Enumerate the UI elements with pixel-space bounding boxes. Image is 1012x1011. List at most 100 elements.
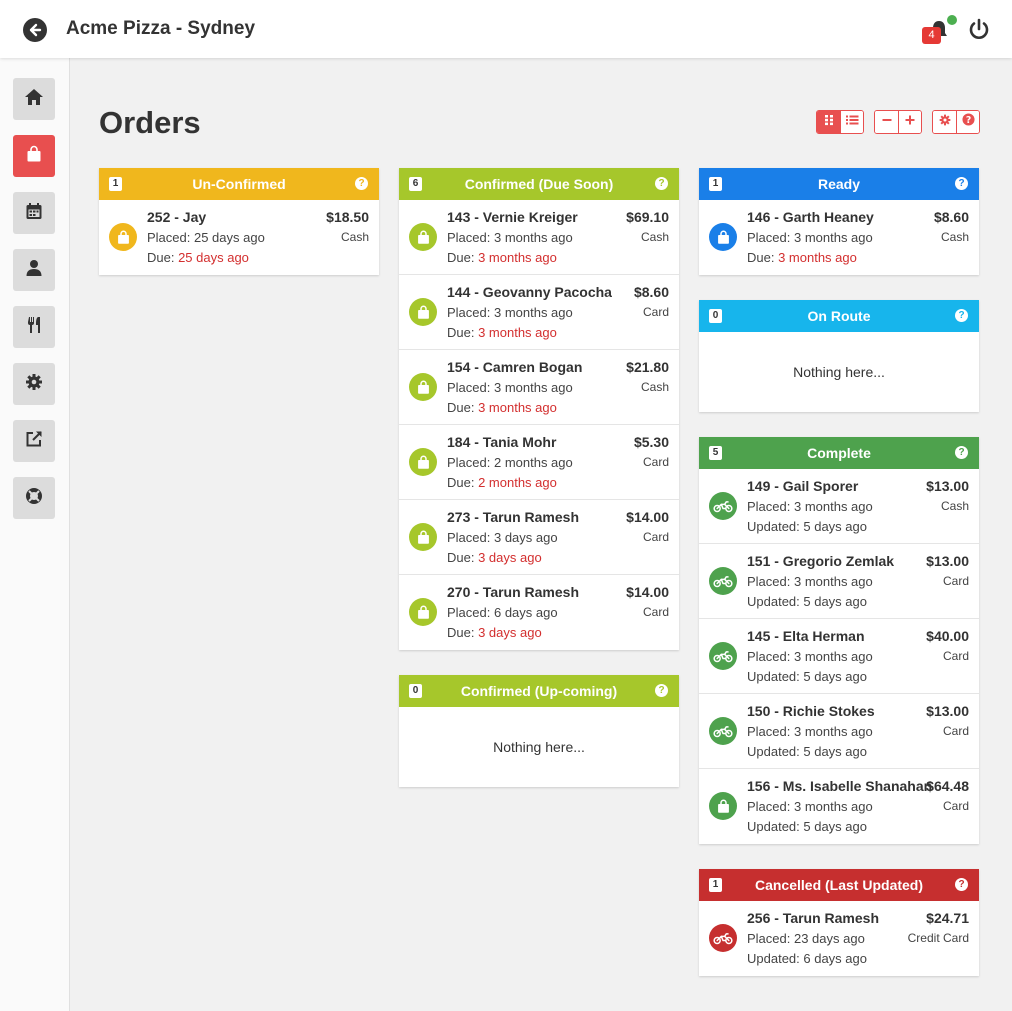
order-count-badge: 0 [409, 684, 422, 698]
order-card[interactable]: 273 - Tarun Ramesh $14.00 Card Placed: 3 da… [399, 500, 679, 575]
home-icon [24, 87, 44, 112]
grid-icon [823, 113, 835, 131]
board-help-button[interactable]: ? [956, 111, 979, 133]
order-placed-time: Placed: 3 months ago [447, 305, 573, 320]
order-count-badge: 0 [709, 309, 722, 323]
order-payment-method: Card [642, 605, 669, 619]
panel-header: 1 Ready? [699, 168, 979, 200]
order-name: 154 - Camren Bogan [447, 359, 583, 375]
nav-home[interactable] [13, 78, 55, 120]
order-payment-method: Card [642, 305, 669, 319]
order-price: $5.30 [633, 434, 669, 450]
shopping-bag-icon [409, 298, 437, 326]
order-placed-time: Placed: 6 days ago [447, 605, 558, 620]
order-updated-time: Updated: 5 days ago [747, 744, 867, 759]
due-label: Due: [447, 250, 479, 265]
column-1: 1 Un-Confirmed? 252 - Jay $18.50 Cash Placed:… [99, 168, 379, 300]
order-payment-method: Card [642, 455, 669, 469]
grid-view-button[interactable] [817, 111, 840, 133]
back-arrow-icon[interactable] [23, 18, 47, 42]
order-payment-method: Cash [640, 380, 669, 394]
order-updated-time: Updated: 6 days ago [747, 951, 867, 966]
help-icon[interactable]: ? [955, 446, 968, 459]
top-header: Acme Pizza - Sydney 4 [0, 0, 1012, 58]
due-value: 3 months ago [478, 250, 557, 265]
order-placed-time: Placed: 3 months ago [747, 574, 873, 589]
empty-message: Nothing here... [793, 364, 885, 380]
zoom-in-button[interactable] [898, 111, 921, 133]
board-settings-button[interactable] [933, 111, 956, 133]
nav-calendar[interactable] [13, 192, 55, 234]
order-placed-time: Placed: 3 months ago [747, 799, 873, 814]
help-icon[interactable]: ? [355, 177, 368, 190]
order-payment-method: Cash [340, 230, 369, 244]
order-count-badge: 5 [709, 446, 722, 460]
order-due-time: Due: 3 months ago [447, 400, 557, 415]
order-card[interactable]: 184 - Tania Mohr $5.30 Card Placed: 2 month… [399, 425, 679, 500]
panel-header: 0 Confirmed (Up-coming)? [399, 675, 679, 707]
order-payment-method: Cash [940, 230, 969, 244]
calendar-icon [25, 202, 43, 225]
order-placed-time: Placed: 25 days ago [147, 230, 265, 245]
order-payment-method: Card [942, 649, 969, 663]
user-icon [25, 259, 43, 282]
order-placed-time: Placed: 23 days ago [747, 931, 865, 946]
external-link-icon [25, 430, 43, 453]
view-toggle-group [816, 110, 864, 134]
order-due-time: Due: 3 months ago [447, 250, 557, 265]
motorcycle-icon [709, 717, 737, 745]
power-icon[interactable] [967, 17, 991, 41]
nav-settings[interactable] [13, 363, 55, 405]
order-due-time: Due: 3 days ago [447, 625, 542, 640]
help-icon[interactable]: ? [955, 878, 968, 891]
order-name: 150 - Richie Stokes [747, 703, 875, 719]
order-price: $64.48 [926, 778, 969, 794]
minus-icon [881, 113, 893, 131]
help-icon[interactable]: ? [955, 177, 968, 190]
order-card[interactable]: 149 - Gail Sporer $13.00 Cash Placed: 3 mon… [699, 469, 979, 544]
order-card[interactable]: 145 - Elta Herman $40.00 Card Placed: 3 mon… [699, 619, 979, 694]
help-icon[interactable]: ? [955, 309, 968, 322]
nav-external[interactable] [13, 420, 55, 462]
order-card[interactable]: 154 - Camren Bogan $21.80 Cash Placed: 3 mo… [399, 350, 679, 425]
order-card[interactable]: 156 - Ms. Isabelle Shanahan $64.48 Card Pla… [699, 769, 979, 844]
order-card[interactable]: 143 - Vernie Kreiger $69.10 Cash Placed: 3 … [399, 200, 679, 275]
order-name: 256 - Tarun Ramesh [747, 910, 880, 926]
list-view-button[interactable] [840, 111, 863, 133]
panel-header: 5 Complete? [699, 437, 979, 469]
order-name: 184 - Tania Mohr [447, 434, 557, 450]
order-card[interactable]: 146 - Garth Heaney $8.60 Cash Placed: 3 mon… [699, 200, 979, 275]
panel-header: 0 On Route? [699, 300, 979, 332]
order-card[interactable]: 270 - Tarun Ramesh $14.00 Card Placed: 6 da… [399, 575, 679, 650]
order-count-badge: 1 [109, 177, 122, 191]
due-value: 3 months ago [478, 400, 557, 415]
settings-help-group: ? [932, 110, 980, 134]
zoom-out-button[interactable] [875, 111, 898, 133]
online-status-dot [947, 15, 957, 25]
nav-orders[interactable] [13, 135, 55, 177]
nav-support[interactable] [13, 477, 55, 519]
order-card[interactable]: 256 - Tarun Ramesh $24.71 Credit Card Place… [699, 901, 979, 976]
help-icon[interactable]: ? [655, 684, 668, 697]
help-icon[interactable]: ? [655, 177, 668, 190]
order-card[interactable]: 150 - Richie Stokes $13.00 Card Placed: 3 m… [699, 694, 979, 769]
plus-icon [904, 113, 916, 131]
due-value: 2 months ago [478, 475, 557, 490]
nav-menu[interactable] [13, 306, 55, 348]
nav-customers[interactable] [13, 249, 55, 291]
order-card[interactable]: 144 - Geovanny Pacocha $8.60 Card Placed: 3… [399, 275, 679, 350]
order-price: $69.10 [626, 209, 669, 225]
due-label: Due: [447, 475, 479, 490]
order-updated-time: Updated: 5 days ago [747, 669, 867, 684]
order-payment-method: Card [942, 799, 969, 813]
order-name: 143 - Vernie Kreiger [447, 209, 578, 225]
order-due-time: Due: 25 days ago [147, 250, 249, 265]
order-card[interactable]: 252 - Jay $18.50 Cash Placed: 25 days ago Du… [99, 200, 379, 275]
due-value: 3 months ago [778, 250, 857, 265]
shopping-bag-icon [409, 523, 437, 551]
order-name: 151 - Gregorio Zemlak [747, 553, 895, 569]
shopping-bag-icon [409, 373, 437, 401]
page-title: Orders [99, 105, 201, 140]
order-card[interactable]: 151 - Gregorio Zemlak $13.00 Card Placed: 3… [699, 544, 979, 619]
panel-title: Complete [807, 445, 871, 461]
